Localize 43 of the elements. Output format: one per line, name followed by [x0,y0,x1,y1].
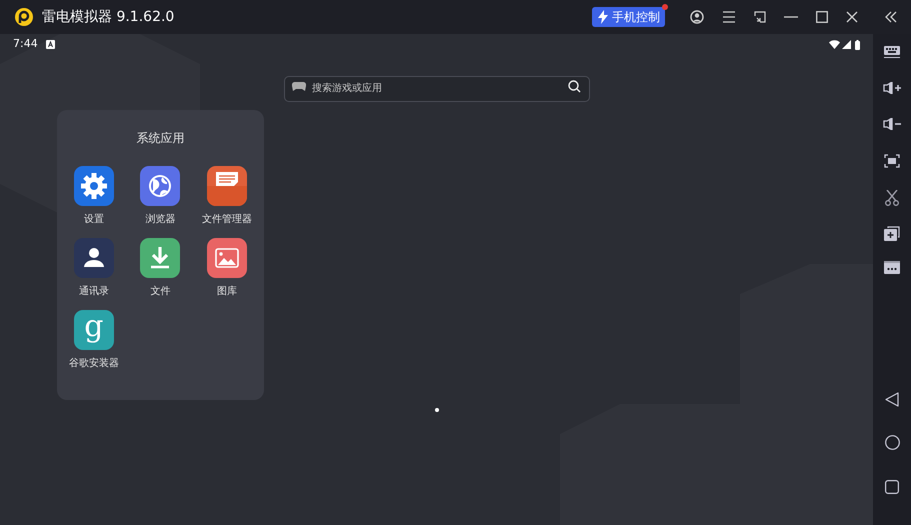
app-label: 图库 [217,284,238,299]
app-label: 文件管理器 [202,212,252,227]
app-label: 文件 [150,284,170,299]
browser-app-icon[interactable] [140,166,180,206]
download-app-icon[interactable] [140,238,180,278]
settings-app-icon[interactable] [74,166,114,206]
collapse-sidebar-icon[interactable] [885,11,897,23]
battery-icon [855,40,860,50]
keyboard-icon[interactable] [884,46,900,58]
app-label: 设置 [84,212,104,227]
status-time: 7:44 [13,36,38,52]
home-icon[interactable] [884,435,900,450]
gallery-app-icon[interactable] [207,238,248,278]
contacts-app-icon[interactable] [74,238,114,278]
volume-up-icon[interactable] [883,82,901,94]
scissors-icon[interactable] [885,190,899,206]
search-field[interactable]: 搜索游戏或应用 [284,76,590,102]
app-label: 浏览器 [145,212,176,227]
menu-icon[interactable] [722,11,736,23]
app-label: 谷歌安装器 [68,356,119,371]
search-icon[interactable] [568,80,581,93]
screenshot-icon[interactable] [884,154,900,168]
window-title: 雷电模拟器 9.1.62.0 [42,8,174,26]
recents-icon[interactable] [885,480,899,494]
google-installer-app-icon[interactable]: g [74,310,114,350]
add-window-icon[interactable] [884,226,900,241]
back-icon[interactable] [885,392,899,407]
account-icon[interactable] [690,10,704,24]
minimize-icon[interactable] [784,16,798,18]
more-icon[interactable] [884,261,900,274]
maximize-icon[interactable] [816,11,828,23]
lightning-icon [597,10,609,24]
folder-title: 系统应用 [136,130,184,147]
app-label: 通讯录 [78,284,109,299]
file-manager-app-icon[interactable] [207,166,248,206]
notification-icon [46,40,55,49]
close-icon[interactable] [846,11,858,23]
signal-icon [842,40,851,49]
wifi-icon [829,40,840,49]
gamepad-icon [292,82,306,92]
app-logo-icon [14,7,34,27]
phone-control-button[interactable]: 手机控制 [592,7,665,27]
volume-down-icon[interactable] [883,118,901,130]
